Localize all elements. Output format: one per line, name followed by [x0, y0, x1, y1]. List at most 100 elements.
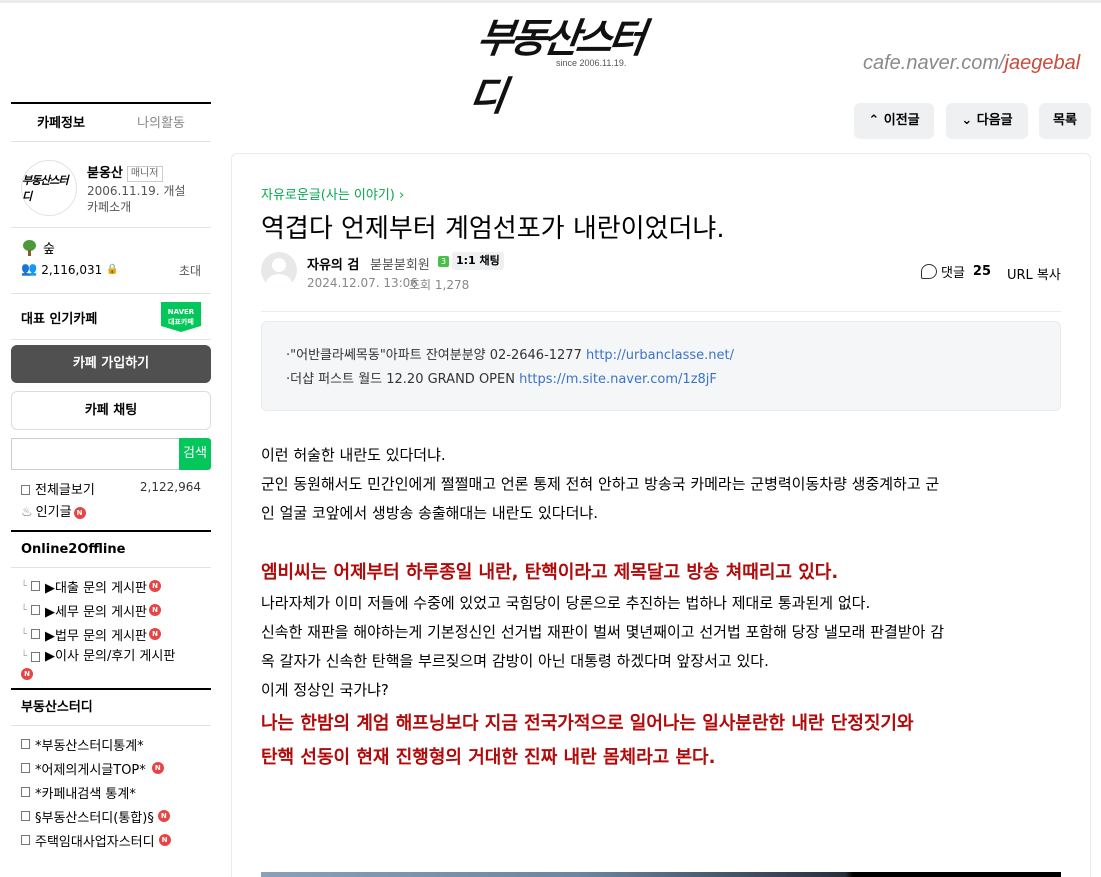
new-badge: N: [149, 628, 162, 640]
manager-name-row[interactable]: 붇옹산 매니저: [87, 162, 163, 182]
popular-posts-label: 인기글: [35, 505, 72, 520]
comment-icon: [921, 264, 937, 279]
search-button[interactable]: 검색: [179, 438, 211, 470]
new-badge: N: [73, 507, 86, 519]
cafe-search: 검색: [11, 438, 211, 470]
paragraph: 옥 갈자가 신속한 탄핵을 부르짖으며 감방이 아닌 대통령 하겠다며 앞장서고…: [261, 652, 769, 670]
author-avatar[interactable]: [261, 252, 297, 288]
paragraph: 인 얼굴 코앞에서 생방송 송출해대는 내란도 있다더냐.: [261, 504, 598, 522]
menu-item-label: ▶이사 문의/후기 게시판: [45, 649, 176, 664]
logo-since: since 2006.11.19.: [556, 58, 627, 68]
author-name[interactable]: 자유의 검: [307, 254, 359, 273]
paragraph: 나라자체가 이미 저들에 수중에 있었고 국힘당이 당론으로 추진하는 법하나 …: [261, 594, 871, 612]
all-posts-label: 전체글보기: [35, 483, 95, 498]
menu-item-loan[interactable]: └ ▶대출 문의 게시판 N: [11, 574, 211, 598]
menu-item-integrated[interactable]: §부동산스터디(통합)§ N: [11, 804, 211, 828]
ad-link[interactable]: http://urbanclasse.net/: [586, 348, 734, 363]
menu-item-top-posts[interactable]: *어제의게시글TOP* N: [11, 756, 211, 780]
menu-item-rental-study[interactable]: 주택임대사업자스터디 N: [11, 828, 211, 852]
list-button[interactable]: 목록: [1039, 103, 1091, 139]
next-post-label: 다음글: [976, 113, 1013, 128]
naver-rep-badge[interactable]: NAVER 대표카페: [161, 302, 201, 332]
comment-label: 댓글: [941, 266, 965, 281]
new-badge: N: [151, 762, 164, 774]
rep-cafe-row: 대표 인기카페 NAVER 대표카페: [11, 294, 211, 340]
chevron-up-icon: ⌃: [868, 113, 884, 128]
all-posts-link[interactable]: 전체글보기: [21, 479, 95, 498]
tab-my-activity[interactable]: 나의활동: [111, 104, 211, 141]
tab-cafe-info[interactable]: 카페정보: [11, 104, 111, 141]
emphasis-block: 나는 한밤의 계엄 해프닝보다 지금 전국가적으로 일어나는 일사분란한 내란 …: [261, 707, 1061, 775]
paragraph: 신속한 재판을 해야하는게 기본정신인 선거법 재판이 벌써 몇년째이고 선거법…: [261, 623, 944, 641]
manager-name: 붇옹산: [87, 166, 123, 181]
cafe-url[interactable]: cafe.naver.com/jaegebal: [863, 52, 1080, 75]
url-copy-button[interactable]: URL 복사: [1007, 264, 1061, 283]
naver-badge-line2: 대표카페: [168, 318, 194, 326]
cafe-thumbnail[interactable]: 부동산스터디: [21, 160, 77, 216]
new-badge: N: [149, 580, 162, 592]
tree-connector: └: [21, 651, 28, 662]
board-icon: [21, 739, 30, 749]
members-icon: 👥: [21, 262, 38, 277]
join-cafe-button[interactable]: 카페 가입하기: [11, 345, 211, 383]
ad-text: ·"어반클라쎄목동"아파트 잔여분분양 02-2646-1277: [286, 348, 586, 363]
emphasis-line: 탄핵 선동이 현재 진행형의 거대한 진짜 내란 몸체라고 본다.: [261, 747, 716, 768]
popular-posts-row[interactable]: ♨ 인기글 N: [11, 500, 211, 524]
tree-connector: └: [21, 604, 28, 616]
ad-link[interactable]: https://m.site.naver.com/1z8jF: [519, 372, 717, 387]
new-badge: N: [158, 834, 171, 846]
emphasis-line: 엠비씨는 어제부터 하루종일 내란, 탄핵이라고 제목달고 방송 쳐때리고 있다…: [261, 562, 839, 583]
manager-badge: 매니저: [126, 166, 163, 182]
comments-link[interactable]: 댓글 25: [921, 262, 991, 281]
list-icon: [21, 485, 30, 495]
board-icon: [21, 787, 30, 797]
post-date: 2024.12.07. 13:06: [307, 276, 418, 290]
new-badge: N: [157, 810, 170, 822]
ad-box: ·"어반클라쎄목동"아파트 잔여분분양 02-2646-1277 http://…: [261, 321, 1061, 411]
emphasis-line: 나는 한밤의 계엄 해프닝보다 지금 전국가적으로 일어나는 일사분란한 내란 …: [261, 713, 914, 734]
ad-text: ·더샵 퍼스트 월드 12.20 GRAND OPEN: [286, 372, 520, 387]
flame-icon: ♨: [21, 505, 33, 520]
board-icon: [21, 763, 30, 773]
paragraph: 이게 정상인 국가냐?: [261, 681, 389, 699]
paragraph: 이런 허술한 내란도 있다더냐.: [261, 446, 446, 464]
popular-posts-link[interactable]: ♨ 인기글 N: [21, 501, 86, 520]
new-badge: N: [149, 604, 162, 616]
menu-item-label: 주택임대사업자스터디: [35, 834, 155, 850]
board-icon: [31, 581, 41, 591]
menu-item-stats[interactable]: *부동산스터디통계*: [11, 732, 211, 756]
menu-item-legal[interactable]: └ ▶법무 문의 게시판 N: [11, 622, 211, 646]
search-input[interactable]: [11, 438, 179, 470]
section-budongsan-study: 부동산스터디: [11, 688, 211, 726]
cafe-chat-button[interactable]: 카페 채팅: [11, 391, 211, 430]
next-post-button[interactable]: ⌄ 다음글: [946, 103, 1028, 139]
cafe-url-id: jaegebal: [1004, 52, 1081, 74]
cafe-url-prefix: cafe.naver.com/: [863, 52, 1005, 74]
all-posts-row[interactable]: 전체글보기 2,122,964: [11, 476, 211, 500]
board-name: 자유로운글(사는 이야기): [261, 188, 395, 203]
chevron-right-icon: ›: [394, 188, 405, 203]
menu-item-label: ▶법무 문의 게시판: [45, 628, 148, 644]
menu-item-search-stats[interactable]: *카페내검색 통계*: [11, 780, 211, 804]
paragraph: 군인 동원해서도 민간인에게 쩔쩔매고 언론 통제 전혀 안하고 방송국 카메라…: [261, 475, 940, 493]
member-count-row[interactable]: 👥 2,116,031 🔒: [21, 262, 119, 277]
invite-link[interactable]: 초대: [179, 262, 201, 279]
article-image[interactable]: [261, 872, 1061, 877]
new-badge: N: [21, 668, 33, 680]
header-divider: [261, 311, 1061, 312]
member-count: 2,116,031: [41, 262, 103, 277]
menu-item-moving[interactable]: └ ▶이사 문의/후기 게시판 N: [11, 646, 211, 680]
prev-post-button[interactable]: ⌃ 이전글: [854, 103, 934, 139]
section-online2offline: Online2Offline: [11, 530, 211, 568]
tree-icon: [21, 239, 39, 257]
board-icon: [21, 811, 30, 821]
menu-item-tax[interactable]: └ ▶세무 문의 게시판 N: [11, 598, 211, 622]
cafe-logo[interactable]: 부동산스터디 since 2006.11.19.: [466, 2, 650, 120]
cafe-intro-link[interactable]: 카페소개: [87, 198, 131, 215]
lock-icon: 🔒: [106, 264, 119, 275]
established-date: 2006.11.19. 개설: [87, 184, 186, 198]
cafe-stats: 숲 👥 2,116,031 🔒 초대: [11, 228, 211, 294]
one-to-one-chat-button[interactable]: 1:1 채팅: [452, 252, 504, 270]
board-icon: [31, 652, 41, 662]
board-link[interactable]: 자유로운글(사는 이야기) ›: [261, 184, 404, 203]
